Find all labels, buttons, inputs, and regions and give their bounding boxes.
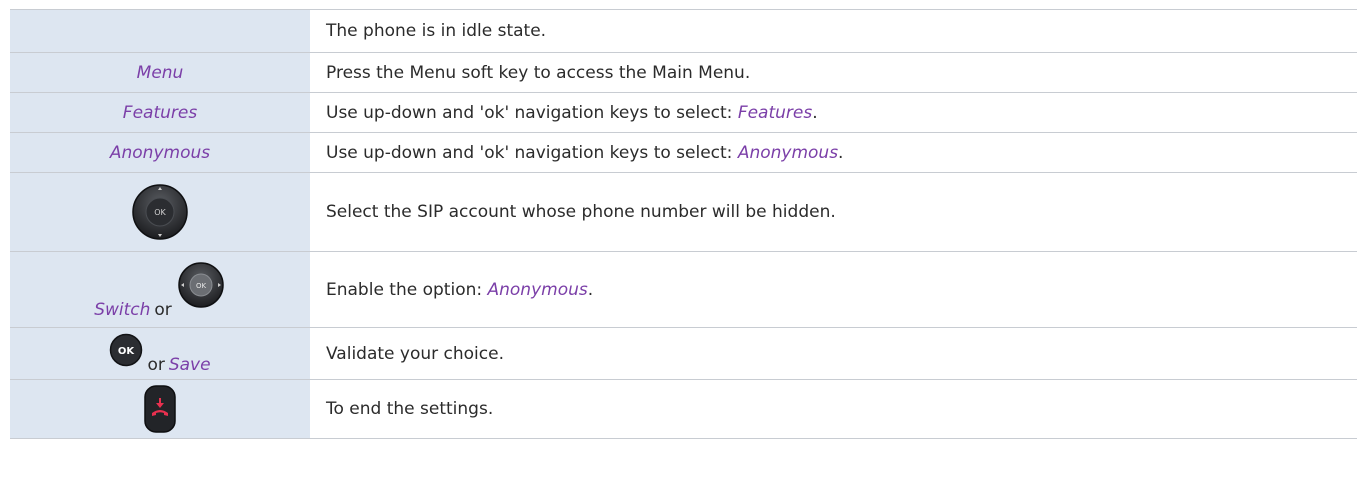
description-punctuation: . <box>838 142 844 163</box>
action-cell <box>10 9 310 53</box>
action-cell: Menu <box>10 52 310 93</box>
or-connector: or <box>147 354 165 375</box>
instruction-table: The phone is in idle state. Menu Press t… <box>10 9 1357 439</box>
table-row: Menu Press the Menu soft key to access t… <box>10 52 1357 93</box>
save-softkey-label: Save <box>168 354 211 375</box>
table-row: OK or Save Validate your choice. <box>10 327 1357 380</box>
anonymous-emphasis: Anonymous <box>737 142 839 163</box>
description-cell: To end the settings. <box>310 379 1357 439</box>
features-emphasis: Features <box>737 102 813 123</box>
description-cell: Use up-down and 'ok' navigation keys to … <box>310 132 1357 173</box>
table-row: Features Use up-down and 'ok' navigation… <box>10 92 1357 133</box>
table-row: The phone is in idle state. <box>10 9 1357 53</box>
switch-softkey-label: Switch <box>94 299 151 320</box>
or-connector: or <box>154 299 172 320</box>
navigation-pad-up-down-icon: OK <box>132 184 188 240</box>
menu-softkey-label: Menu <box>136 62 184 83</box>
table-row: Anonymous Use up-down and 'ok' navigatio… <box>10 132 1357 173</box>
description-text: Use up-down and 'ok' navigation keys to … <box>326 142 738 163</box>
anonymous-emphasis: Anonymous <box>487 279 588 300</box>
action-cell: Switch or OK <box>10 251 310 328</box>
ok-label: OK <box>196 282 207 290</box>
navigation-pad-left-right-icon: OK <box>178 261 224 308</box>
anonymous-label: Anonymous <box>109 142 211 163</box>
action-cell: OK or Save <box>10 327 310 380</box>
description-punctuation: . <box>587 279 594 300</box>
description-cell: Select the SIP account whose phone numbe… <box>310 172 1357 252</box>
ok-or-save-group: OK or Save <box>109 333 211 375</box>
description-cell: Press the Menu soft key to access the Ma… <box>310 52 1357 93</box>
description-punctuation: . <box>812 102 818 123</box>
description-cell: The phone is in idle state. <box>310 9 1357 53</box>
description-text: Enable the option: <box>326 279 488 300</box>
action-cell: Features <box>10 92 310 133</box>
end-call-key-icon <box>144 385 176 433</box>
table-row: Switch or OK Enable the option: Anonymou… <box>10 251 1357 328</box>
ok-key-icon: OK <box>110 333 143 366</box>
description-cell: Use up-down and 'ok' navigation keys to … <box>310 92 1357 133</box>
action-cell <box>10 379 310 439</box>
table-row: OK Select the SIP account whose phone nu… <box>10 172 1357 252</box>
description-cell: Validate your choice. <box>310 327 1357 380</box>
features-label: Features <box>122 102 198 123</box>
description-text: Use up-down and 'ok' navigation keys to … <box>326 102 738 123</box>
description-cell: Enable the option: Anonymous. <box>310 251 1357 328</box>
action-cell: Anonymous <box>10 132 310 173</box>
ok-label: OK <box>154 208 166 217</box>
action-cell: OK <box>10 172 310 252</box>
ok-label: OK <box>118 346 136 357</box>
table-row: To end the settings. <box>10 379 1357 439</box>
switch-or-nav-group: Switch or OK <box>94 260 226 320</box>
